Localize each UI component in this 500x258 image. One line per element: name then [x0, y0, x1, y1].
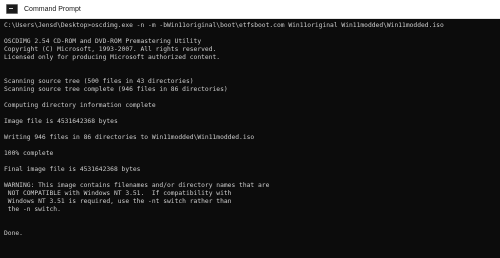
console-line: OSCDIMG 2.54 CD-ROM and DVD-ROM Premaste… — [4, 38, 202, 45]
command-prompt-icon — [6, 4, 18, 14]
console-line: NOT COMPATIBLE with Windows NT 3.51. If … — [4, 190, 232, 197]
command-prompt-window: Command Prompt C:\Users\Jensd\Desktop>os… — [0, 0, 500, 258]
console-line: Computing directory information complete — [4, 102, 156, 109]
console-line: Final image file is 4531642368 bytes — [4, 166, 141, 173]
console-line: Image file is 4531642368 bytes — [4, 118, 118, 125]
console-line: Scanning source tree (500 files in 43 di… — [4, 78, 194, 85]
console-line: Licensed only for producing Microsoft au… — [4, 54, 221, 61]
console-line: the -n switch. — [4, 206, 61, 213]
console-line: Scanning source tree complete (946 files… — [4, 86, 228, 93]
console-output[interactable]: C:\Users\Jensd\Desktop>oscdimg.exe -n -m… — [4, 22, 496, 258]
window-title: Command Prompt — [24, 5, 81, 13]
console-line: Copyright (C) Microsoft, 1993-2007. All … — [4, 46, 217, 53]
console-line: C:\Users\Jensd\Desktop>oscdimg.exe -n -m… — [4, 22, 444, 29]
title-bar[interactable]: Command Prompt — [0, 0, 500, 19]
console-line: Writing 946 files in 86 directories to W… — [4, 134, 255, 141]
console-line: 100% complete — [4, 150, 54, 157]
console-line: WARNING: This image contains filenames a… — [4, 182, 270, 189]
console-line: Done. — [4, 230, 23, 237]
console-line: Windows NT 3.51 is required, use the -nt… — [4, 198, 232, 205]
